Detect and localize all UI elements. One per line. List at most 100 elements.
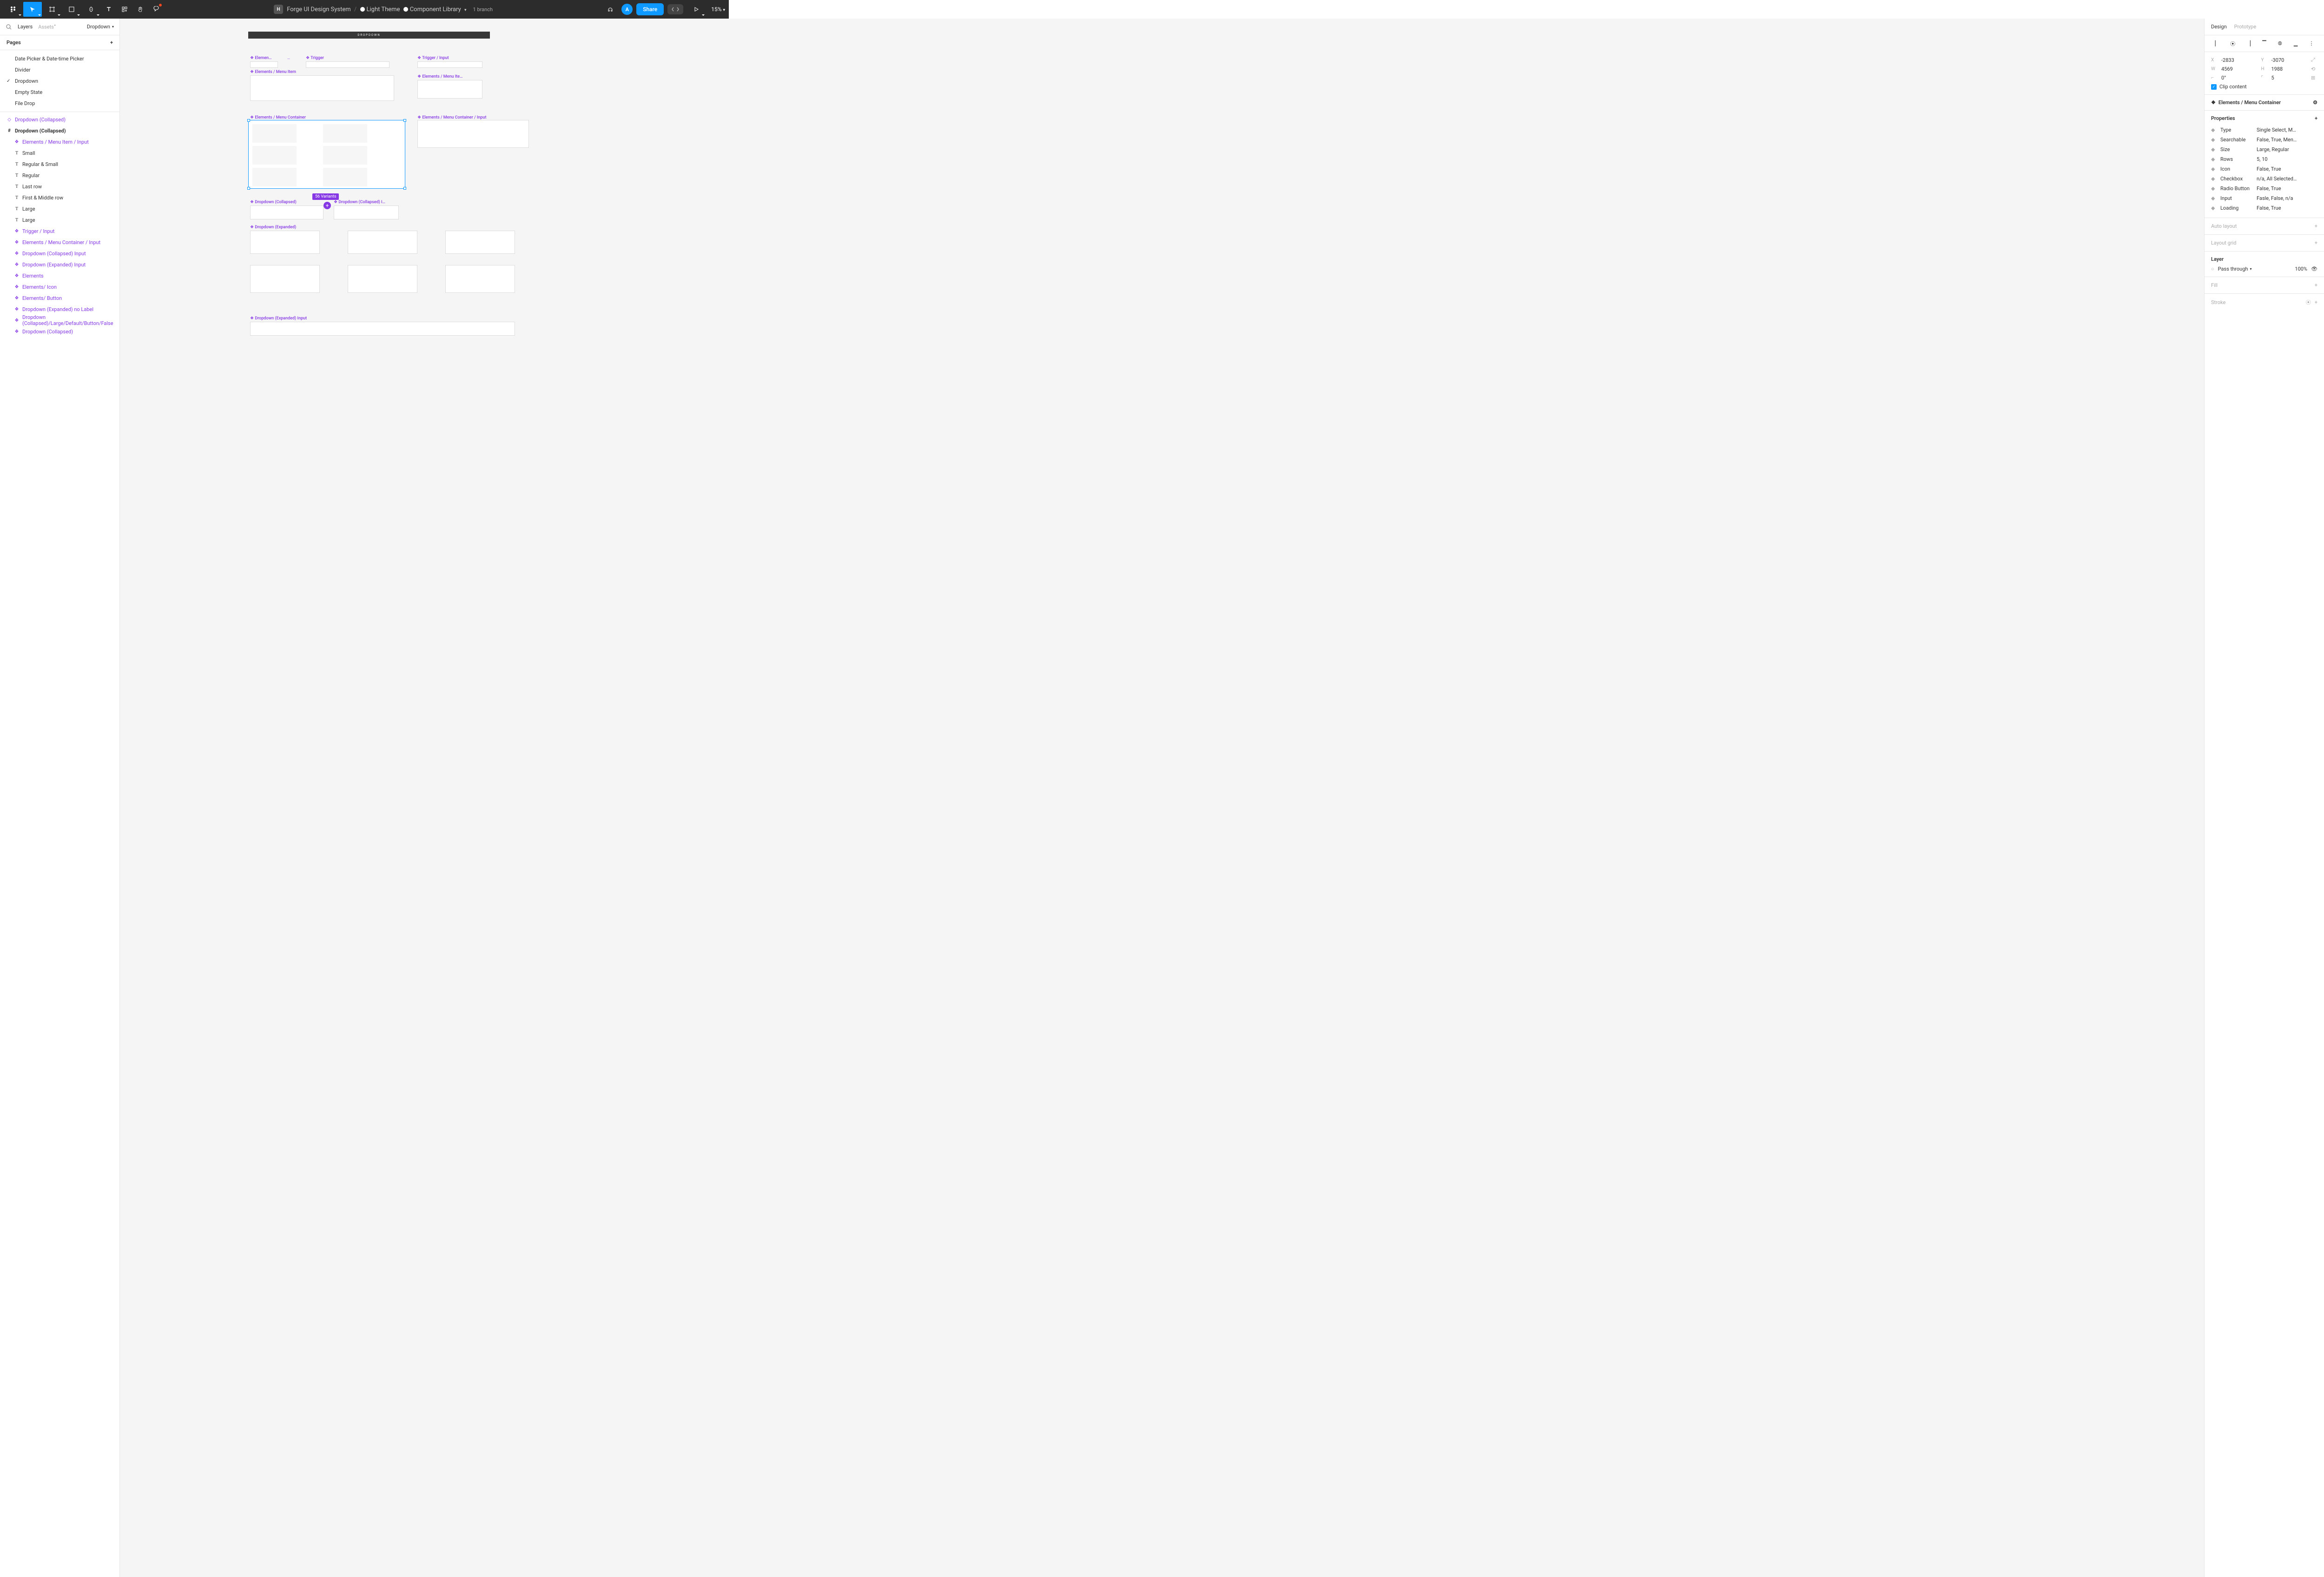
add-stroke-button[interactable]: ⦿	[2306, 298, 2311, 306]
branch-indicator[interactable]: 1 branch	[473, 7, 493, 13]
selection-handle-nw[interactable]	[247, 119, 250, 122]
layer-item[interactable]: Dropdown (Collapsed)	[0, 326, 119, 337]
layer-item[interactable]: Elements	[0, 270, 119, 281]
pen-tool-button[interactable]	[82, 2, 100, 17]
distribute-button[interactable]: ⋮	[2308, 40, 2315, 47]
canvas-label-menu-item-input[interactable]: Elements / Menu Ite…	[417, 74, 462, 79]
page-item[interactable]: Date Picker & Date-time Picker	[0, 53, 119, 64]
shape-tool-button[interactable]	[62, 2, 81, 17]
selection-handle-ne[interactable]	[403, 119, 406, 122]
add-layout-grid-button[interactable]: +	[2315, 240, 2317, 246]
radius-input[interactable]: 5	[2271, 75, 2308, 81]
canvas-artboard[interactable]	[250, 205, 324, 219]
h-input[interactable]: 1988	[2271, 66, 2308, 72]
y-input[interactable]: -3070	[2271, 57, 2308, 63]
canvas-label-dropdown-expanded-input[interactable]: Dropdown (Expanded) Input	[250, 316, 307, 321]
selection-handle-se[interactable]	[403, 187, 406, 190]
add-stroke-plus[interactable]: +	[2315, 299, 2317, 305]
canvas-label-elements[interactable]: Elemen…	[250, 56, 272, 60]
individual-corners-icon[interactable]: ⊞	[2311, 75, 2317, 81]
layer-item[interactable]: Small	[0, 147, 119, 159]
prototype-tab[interactable]: Prototype	[2234, 24, 2256, 30]
project-avatar[interactable]: H	[274, 5, 283, 14]
user-avatar[interactable]: A	[621, 4, 633, 15]
layer-item[interactable]: Large	[0, 203, 119, 214]
canvas-artboard[interactable]	[445, 231, 515, 254]
blend-mode-select[interactable]: Pass through ▾	[2218, 266, 2285, 272]
move-tool-button[interactable]	[23, 2, 42, 17]
align-left-button[interactable]: ▏	[2213, 40, 2221, 47]
layer-item[interactable]: Regular & Small	[0, 159, 119, 170]
canvas-label-menu-item[interactable]: Elements / Menu Item	[250, 70, 296, 74]
layer-item[interactable]: Trigger / Input	[0, 225, 119, 237]
property-row[interactable]: ◆ Loading False, True	[2211, 203, 2317, 213]
layer-item[interactable]: Last row	[0, 181, 119, 192]
canvas-artboard[interactable]	[250, 231, 320, 254]
adjust-icon[interactable]: ⚙	[2313, 99, 2317, 106]
auto-layout-section[interactable]: Auto layout +	[2205, 218, 2324, 235]
layer-item[interactable]: Elements / Menu Container / Input	[0, 237, 119, 248]
layer-item[interactable]: Elements/ Button	[0, 292, 119, 304]
share-button[interactable]: Share	[636, 3, 664, 15]
present-button[interactable]	[687, 2, 706, 17]
add-fill-button[interactable]: +	[2315, 282, 2317, 288]
property-row[interactable]: ◆ Type Single Select, M…	[2211, 125, 2317, 135]
breadcrumb[interactable]: Forge UI Design System / Light Theme Com…	[287, 6, 466, 13]
canvas-artboard[interactable]	[250, 265, 320, 293]
project-name[interactable]: Forge UI Design System	[287, 6, 350, 13]
assets-tab[interactable]: Assets	[38, 23, 55, 30]
stroke-section[interactable]: Stroke ⦿ +	[2205, 294, 2324, 311]
canvas-artboard[interactable]	[250, 75, 394, 101]
chevron-down-icon[interactable]: ▾	[464, 8, 467, 13]
canvas-label-menu-container-input[interactable]: Elements / Menu Container / Input	[417, 115, 487, 120]
add-auto-layout-button[interactable]: +	[2315, 223, 2317, 229]
layer-item[interactable]: First & Middle row	[0, 192, 119, 203]
fill-section[interactable]: Fill +	[2205, 277, 2324, 294]
design-tab[interactable]: Design	[2211, 24, 2227, 30]
canvas-artboard[interactable]	[417, 120, 529, 148]
canvas-label-trigger[interactable]: Trigger	[306, 56, 324, 60]
opacity-input[interactable]: 100%	[2289, 266, 2307, 272]
page-selector-dropdown[interactable]: Dropdown ▾	[87, 24, 114, 30]
canvas-artboard[interactable]	[250, 61, 278, 68]
selected-component-frame[interactable]	[248, 120, 405, 189]
component-name[interactable]: Elements / Menu Container	[2218, 99, 2310, 106]
page-theme[interactable]: Light Theme	[367, 6, 400, 13]
layer-item[interactable]: Elements / Menu Item / Input	[0, 136, 119, 147]
layer-item[interactable]: Dropdown (Collapsed)	[0, 114, 119, 125]
layer-item[interactable]: Regular	[0, 170, 119, 181]
add-page-button[interactable]: +	[110, 40, 113, 46]
align-center-v-button[interactable]: ⦾	[2276, 40, 2284, 47]
canvas-artboard[interactable]	[348, 265, 417, 293]
add-property-button[interactable]: +	[2315, 115, 2317, 121]
search-icon[interactable]	[6, 24, 12, 30]
align-right-button[interactable]: ▕	[2245, 40, 2252, 47]
layout-grid-section[interactable]: Layout grid +	[2205, 235, 2324, 252]
canvas-artboard[interactable]	[417, 80, 482, 99]
property-row[interactable]: ◆ Size Large, Regular	[2211, 145, 2317, 154]
align-bottom-button[interactable]: ▁	[2292, 40, 2299, 47]
canvas-label-dropdown-collapsed-input[interactable]: Dropdown (Collapsed) I…	[334, 200, 385, 205]
page-section[interactable]: Component Library	[410, 6, 461, 13]
rotation-input[interactable]: 0°	[2221, 75, 2258, 81]
canvas-artboard[interactable]	[250, 322, 515, 336]
align-center-h-button[interactable]: ⦿	[2229, 40, 2237, 47]
canvas-artboard[interactable]	[306, 61, 390, 68]
w-input[interactable]: 4569	[2221, 66, 2258, 72]
layer-item[interactable]: Dropdown (Expanded) no Label	[0, 304, 119, 315]
expand-icon[interactable]: ⤢	[2311, 57, 2317, 63]
property-row[interactable]: ◆ Searchable False, True, Men…	[2211, 135, 2317, 145]
headphones-button[interactable]	[603, 2, 618, 17]
canvas-artboard[interactable]	[417, 61, 482, 68]
property-row[interactable]: ◆ Input Fasle, False, n/a	[2211, 193, 2317, 203]
layer-item[interactable]: Dropdown (Collapsed)	[0, 125, 119, 136]
dev-mode-button[interactable]	[667, 4, 683, 14]
property-row[interactable]: ◆ Icon False, True	[2211, 164, 2317, 174]
x-input[interactable]: -2833	[2221, 57, 2258, 63]
layer-item[interactable]: Dropdown (Expanded) Input	[0, 259, 119, 270]
layers-tab[interactable]: Layers	[18, 24, 33, 30]
layer-item[interactable]: Dropdown (Collapsed)/Large/Default/Butto…	[0, 315, 119, 326]
frame-title-dropdown[interactable]: DROPDOWN	[248, 32, 490, 39]
canvas-label-trigger-input[interactable]: Trigger / Input	[417, 56, 449, 60]
canvas-label-dropdown-expanded[interactable]: Dropdown (Expanded)	[250, 225, 296, 230]
